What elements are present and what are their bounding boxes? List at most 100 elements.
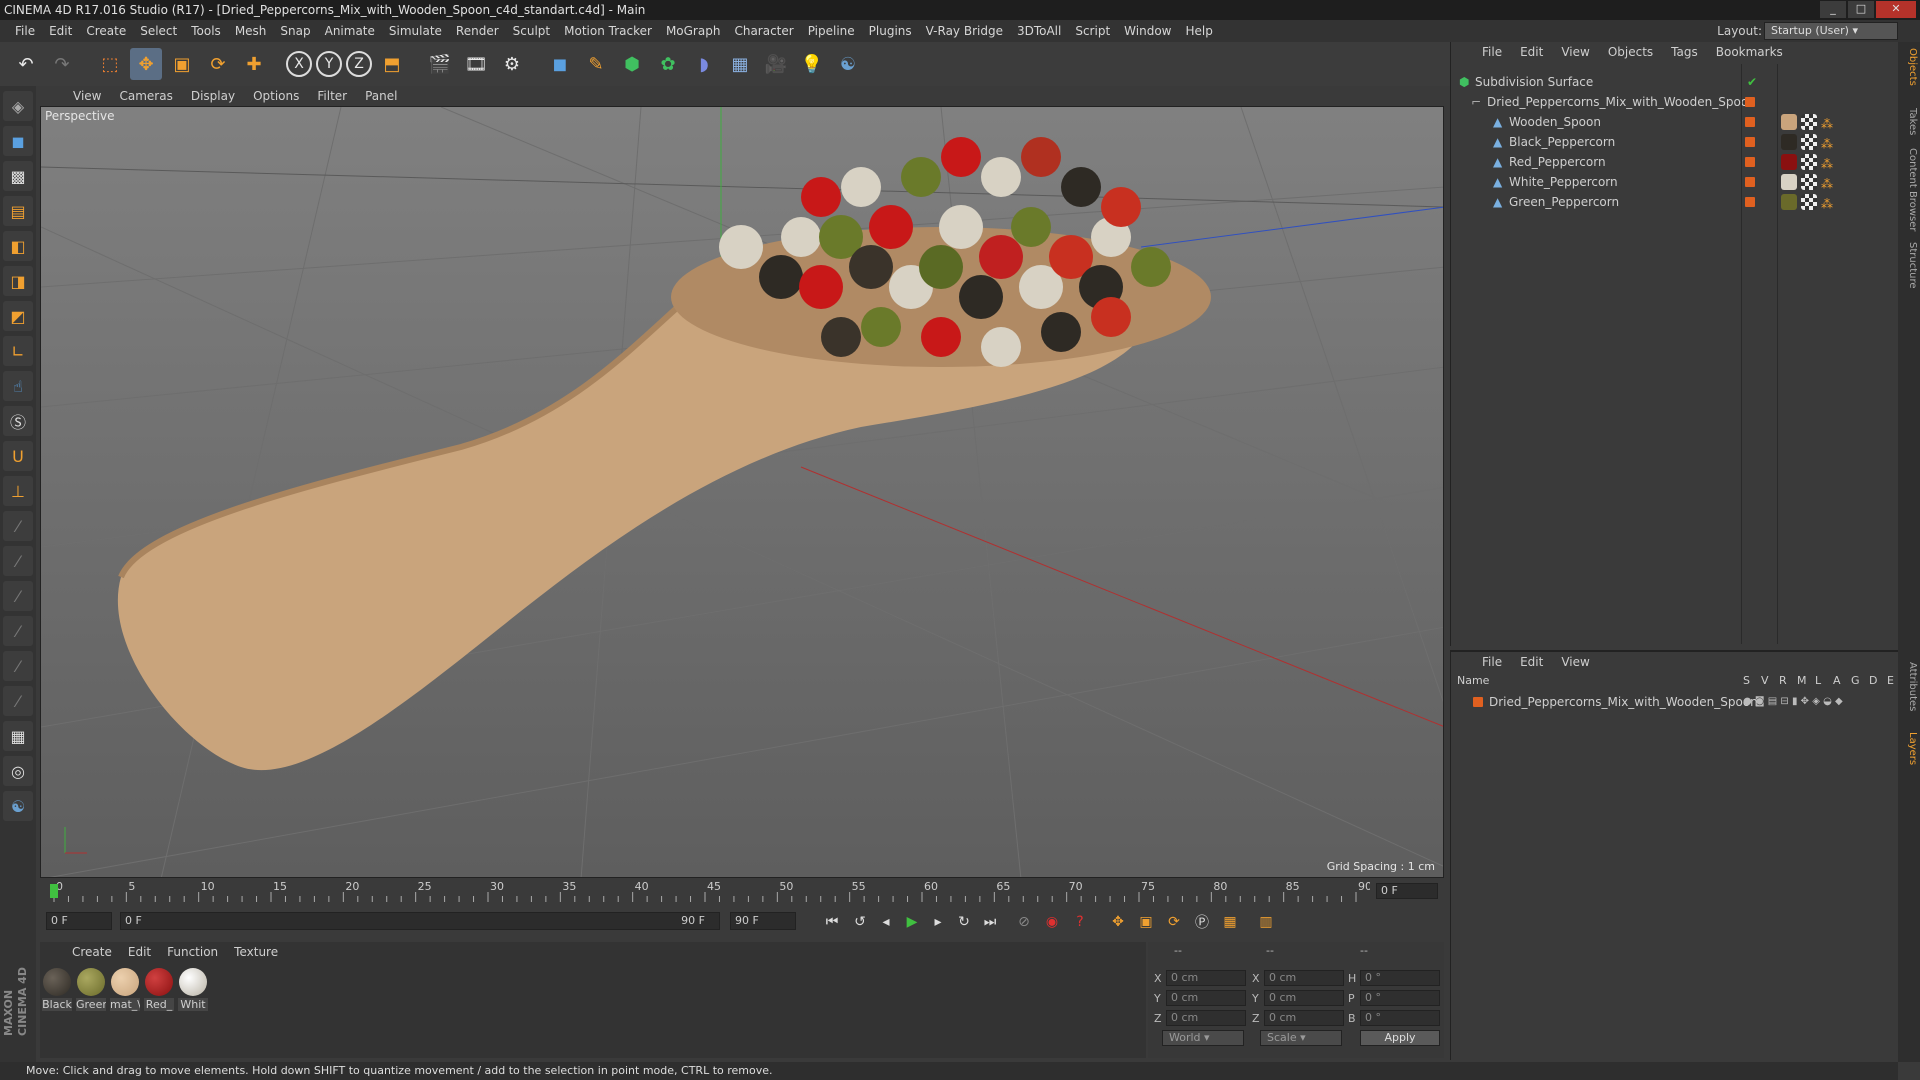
- menu-snap[interactable]: Snap: [273, 24, 317, 38]
- x-axis-lock-icon[interactable]: X: [286, 51, 312, 77]
- move-icon[interactable]: ✥: [130, 48, 162, 80]
- grid-lock-icon[interactable]: ▦: [3, 721, 33, 751]
- layers-menu-edit[interactable]: Edit: [1511, 655, 1552, 669]
- go-to-end-icon[interactable]: ⏭: [978, 911, 1002, 933]
- layer-color-icon[interactable]: [1745, 137, 1755, 147]
- undo-icon[interactable]: ↶: [10, 48, 42, 80]
- menu-script[interactable]: Script: [1068, 24, 1117, 38]
- rotate-icon[interactable]: ⟳: [202, 48, 234, 80]
- layer-color-icon[interactable]: [1745, 97, 1755, 107]
- enabled-check-icon[interactable]: ✔: [1747, 72, 1757, 92]
- subdivision-icon[interactable]: ⬢: [616, 48, 648, 80]
- layer-color-icon[interactable]: [1473, 697, 1483, 707]
- pen-spline-icon[interactable]: ✎: [580, 48, 612, 80]
- tab-layers[interactable]: Layers: [1900, 732, 1918, 765]
- texture-mode-icon[interactable]: ▩: [3, 161, 33, 191]
- layer-flags-icon[interactable]: ● ◙ ▤ ⊟ ▮ ✥ ◈ ◒ ◆: [1743, 692, 1843, 712]
- key-rotation-icon[interactable]: ⟳: [1162, 911, 1186, 933]
- uvw-tag-icon[interactable]: [1801, 154, 1817, 170]
- rotation-b-field[interactable]: 0 °: [1360, 1010, 1440, 1026]
- tab-content-browser[interactable]: Content Browser: [1900, 148, 1918, 231]
- menu-create[interactable]: Create: [79, 24, 133, 38]
- key-parameter-icon[interactable]: Ⓟ: [1190, 911, 1214, 933]
- menu-file[interactable]: File: [8, 24, 42, 38]
- object-row-black-peppercorn[interactable]: ▲ Black_Peppercorn ⁂: [1451, 132, 1899, 152]
- material-menu-texture[interactable]: Texture: [226, 945, 286, 959]
- solo-icon[interactable]: ◎: [3, 756, 33, 786]
- z-axis-lock-icon[interactable]: Z: [346, 51, 372, 77]
- axis-mode-icon[interactable]: ∟: [3, 336, 33, 366]
- material-wood[interactable]: mat_\: [110, 968, 140, 1011]
- menu-select[interactable]: Select: [133, 24, 184, 38]
- material-tag-icon[interactable]: [1781, 194, 1797, 210]
- previous-frame-icon[interactable]: ◂: [874, 911, 898, 933]
- phong-tag-icon[interactable]: ⁂: [1821, 194, 1837, 211]
- rotation-p-field[interactable]: 0 °: [1360, 990, 1440, 1006]
- points-mode-icon[interactable]: ◧: [3, 231, 33, 261]
- uvw-tag-icon[interactable]: [1801, 114, 1817, 130]
- workplane-icon[interactable]: ▤: [3, 196, 33, 226]
- previous-key-icon[interactable]: ↺: [848, 911, 872, 933]
- phong-tag-icon[interactable]: ⁂: [1821, 154, 1837, 171]
- object-row-group[interactable]: ⌐ Dried_Peppercorns_Mix_with_Wooden_Spoo…: [1451, 92, 1899, 112]
- objects-menu-tags[interactable]: Tags: [1662, 45, 1707, 59]
- viewport-menu-options[interactable]: Options: [244, 89, 308, 103]
- polygons-mode-icon[interactable]: ◩: [3, 301, 33, 331]
- timeline-playhead[interactable]: [50, 884, 58, 898]
- horizontal-scrollbar[interactable]: [1450, 1062, 1898, 1080]
- material-menu-function[interactable]: Function: [159, 945, 226, 959]
- go-to-start-icon[interactable]: ⏮: [820, 911, 844, 933]
- uvw-tag-icon[interactable]: [1801, 134, 1817, 150]
- timeline-ruler[interactable]: 0 5 10 15 20 25 30 35 40 45 50 55 60 65 70 75 80 85 90 0 F: [40, 880, 1444, 904]
- material-menu-create[interactable]: Create: [64, 945, 120, 959]
- layer-color-icon[interactable]: [1745, 117, 1755, 127]
- objects-menu-view[interactable]: View: [1552, 45, 1598, 59]
- python-icon[interactable]: ☯: [832, 48, 864, 80]
- frame-range-slider[interactable]: 0 F 90 F: [120, 912, 720, 930]
- viewport-menu-panel[interactable]: Panel: [356, 89, 406, 103]
- menu-mesh[interactable]: Mesh: [228, 24, 274, 38]
- next-key-icon[interactable]: ↻: [952, 911, 976, 933]
- menu-vray-bridge[interactable]: V-Ray Bridge: [919, 24, 1010, 38]
- position-z-field[interactable]: 0 cm: [1166, 1010, 1246, 1026]
- menu-motion-tracker[interactable]: Motion Tracker: [557, 24, 659, 38]
- viewport-menu-display[interactable]: Display: [182, 89, 244, 103]
- light-icon[interactable]: 💡: [796, 48, 828, 80]
- record-keys-icon[interactable]: ⊘: [1012, 911, 1036, 933]
- material-menu-edit[interactable]: Edit: [120, 945, 159, 959]
- layer-row[interactable]: Dried_Peppercorns_Mix_with_Wooden_Spoon …: [1451, 692, 1899, 712]
- tweak-mode-icon[interactable]: ☝: [3, 371, 33, 401]
- layer-color-icon[interactable]: [1745, 157, 1755, 167]
- uvw-tag-icon[interactable]: [1801, 194, 1817, 210]
- key-pla-icon[interactable]: ▦: [1218, 911, 1242, 933]
- material-white[interactable]: Whit: [178, 968, 208, 1011]
- brush-2-icon[interactable]: ⁄: [3, 546, 33, 576]
- phong-tag-icon[interactable]: ⁂: [1821, 134, 1837, 151]
- material-green[interactable]: Greer: [76, 968, 106, 1011]
- brush-1-icon[interactable]: ⁄: [3, 511, 33, 541]
- layout-select[interactable]: Startup (User) ▾: [1764, 22, 1898, 40]
- tab-takes[interactable]: Takes: [1900, 108, 1918, 135]
- edges-mode-icon[interactable]: ◨: [3, 266, 33, 296]
- locked-workplane-icon[interactable]: ⊥: [3, 476, 33, 506]
- object-row-green-peppercorn[interactable]: ▲ Green_Peppercorn ⁂: [1451, 192, 1899, 212]
- object-row-red-peppercorn[interactable]: ▲ Red_Peppercorn ⁂: [1451, 152, 1899, 172]
- tab-objects[interactable]: Objects: [1900, 48, 1918, 86]
- current-frame-field[interactable]: 0 F: [1376, 883, 1438, 899]
- brush-5-icon[interactable]: ⁄: [3, 651, 33, 681]
- end-frame-field[interactable]: 90 F: [730, 912, 796, 930]
- make-editable-icon[interactable]: ◈: [3, 91, 33, 121]
- mograph-cloner-icon[interactable]: ✿: [652, 48, 684, 80]
- position-y-field[interactable]: 0 cm: [1166, 990, 1246, 1006]
- size-y-field[interactable]: 0 cm: [1264, 990, 1344, 1006]
- close-button[interactable]: ✕: [1876, 1, 1916, 18]
- material-tag-icon[interactable]: [1781, 134, 1797, 150]
- menu-character[interactable]: Character: [727, 24, 800, 38]
- play-icon[interactable]: ▶: [900, 911, 924, 933]
- objects-menu-file[interactable]: File: [1473, 45, 1511, 59]
- camera-icon[interactable]: 🎥: [760, 48, 792, 80]
- magnet-icon[interactable]: U: [3, 441, 33, 471]
- timeline-window-icon[interactable]: ▥: [1254, 911, 1278, 933]
- object-row-wooden-spoon[interactable]: ▲ Wooden_Spoon ⁂: [1451, 112, 1899, 132]
- key-position-icon[interactable]: ✥: [1106, 911, 1130, 933]
